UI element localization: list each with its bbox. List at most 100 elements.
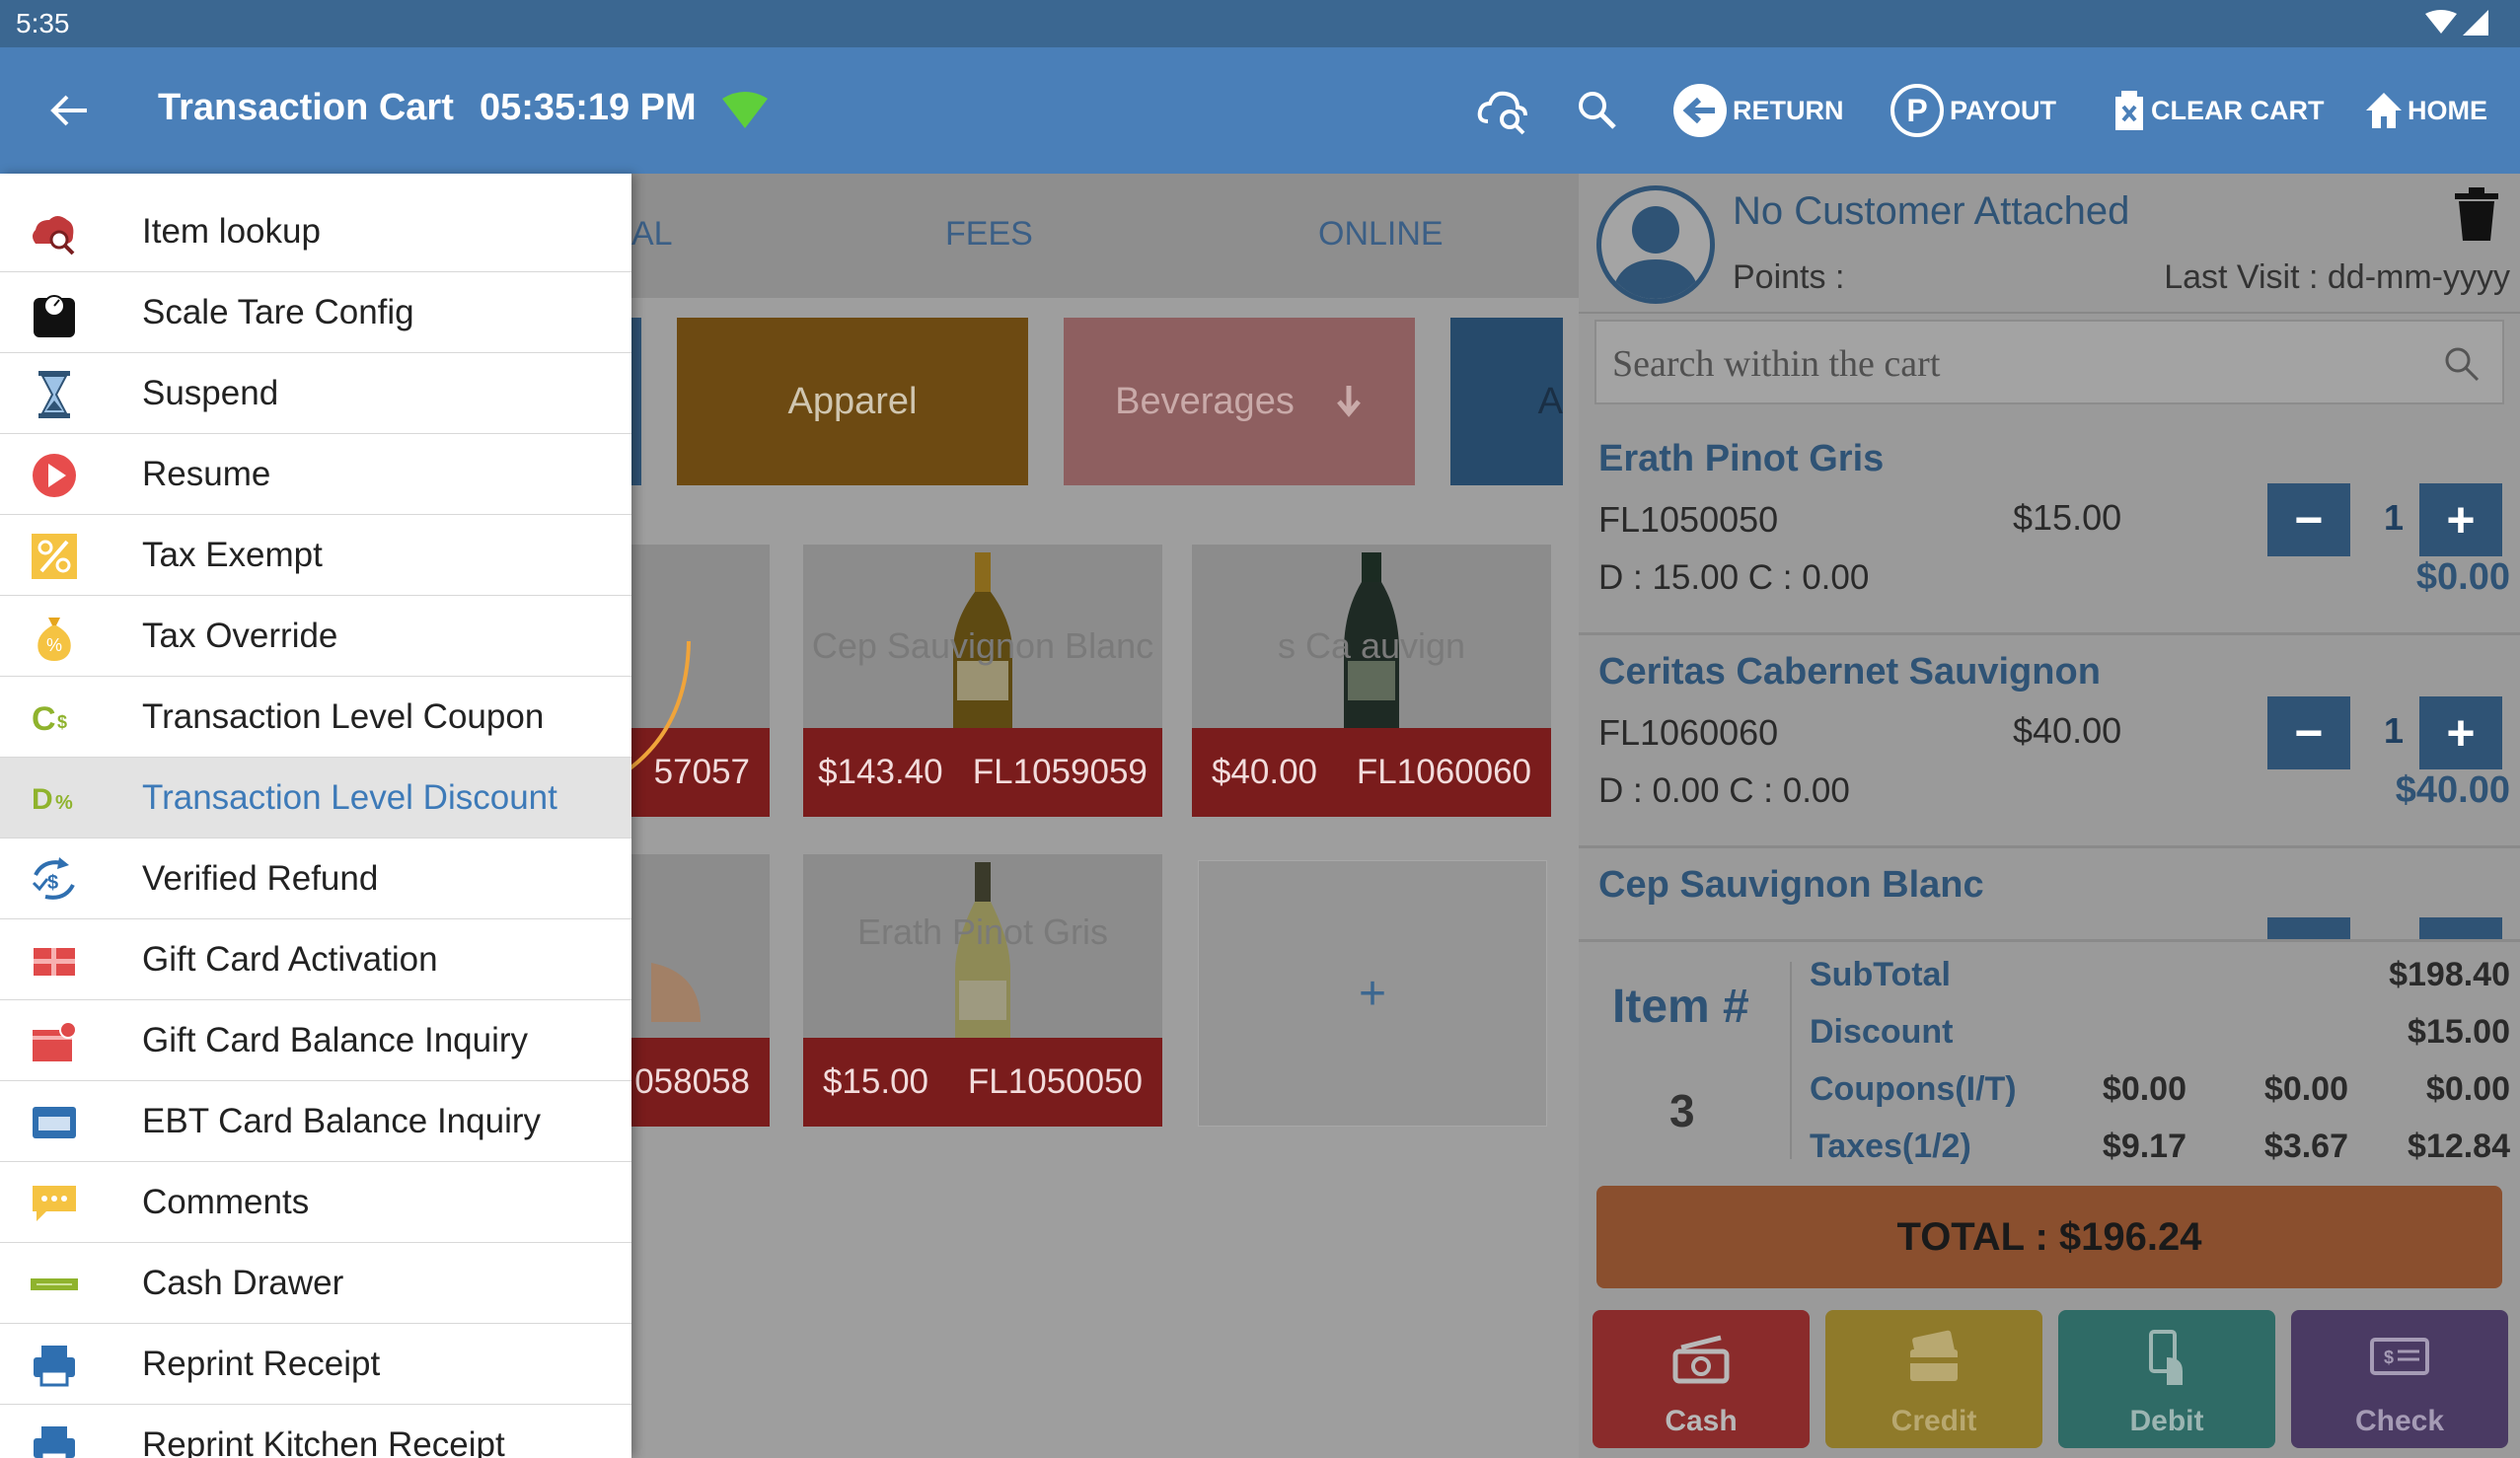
menu-item-reprint-receipt[interactable]: Reprint Receipt: [0, 1324, 631, 1405]
menu-item-suspend[interactable]: Suspend: [0, 353, 631, 434]
menu-label: Reprint Receipt: [142, 1344, 381, 1383]
add-product-tile[interactable]: +: [1198, 860, 1547, 1127]
return-button[interactable]: RETURN: [1671, 81, 1844, 140]
menu-item-ebt-balance[interactable]: EBT Card Balance Inquiry: [0, 1081, 631, 1162]
increase-qty-button[interactable]: +: [2419, 696, 2502, 769]
product-sku: FL1060060: [1356, 753, 1532, 791]
debit-button[interactable]: Debit: [2058, 1310, 2275, 1448]
debit-label: Debit: [2129, 1405, 2204, 1437]
menu-label: Tax Override: [142, 616, 338, 655]
category-tabs: AL FEES ONLINE: [631, 174, 1579, 298]
category-apparel[interactable]: Apparel: [677, 318, 1028, 485]
cart-item[interactable]: Cep Sauvignon Blanc: [1579, 850, 2520, 939]
svg-text:%: %: [55, 792, 73, 814]
gift-card-icon: [30, 937, 79, 984]
check-button[interactable]: $ Check: [2291, 1310, 2508, 1448]
search-icon: [1579, 92, 1616, 129]
menu-label: Suspend: [142, 373, 279, 412]
cloud-search-icon: [30, 209, 79, 256]
cart-item-price: $40.00: [2013, 710, 2122, 751]
cash-icon: [1672, 1335, 1730, 1384]
total-bar[interactable]: TOTAL : $196.24: [1596, 1186, 2502, 1288]
item-count-label: Item #: [1612, 981, 1749, 1033]
product-tile-3[interactable]: s Ca auvign $40.00 FL1060060: [1192, 545, 1551, 817]
status-bar: 5:35: [0, 0, 2520, 47]
payout-button[interactable]: P PAYOUT: [1889, 81, 2056, 140]
menu-item-verified-refund[interactable]: $ Verified Refund: [0, 838, 631, 919]
menu-label: Tax Exempt: [142, 535, 323, 574]
menu-item-lookup[interactable]: Item lookup: [0, 191, 631, 272]
svg-text:$: $: [57, 712, 67, 732]
menu-item-gift-balance[interactable]: Gift Card Balance Inquiry: [0, 1000, 631, 1081]
app-bar: Transaction Cart 05:35:19 PM RETURN P PA…: [0, 47, 2520, 174]
category-tile-a[interactable]: A: [1450, 318, 1563, 485]
money-bag-icon: %: [30, 614, 79, 661]
menu-item-transaction-coupon[interactable]: C $ Transaction Level Coupon: [0, 677, 631, 758]
menu-label: Reprint Kitchen Receipt: [142, 1424, 505, 1458]
wine-bottle-image: [955, 862, 1010, 1050]
menu-item-transaction-discount[interactable]: D% Transaction Level Discount: [0, 758, 631, 838]
menu-item-cash-drawer[interactable]: Cash Drawer: [0, 1243, 631, 1324]
search-icon[interactable]: [2443, 345, 2481, 383]
cart-search-input[interactable]: [1612, 339, 2402, 389]
credit-label: Credit: [1890, 1405, 1977, 1437]
product-tile-2[interactable]: Cep Sauvignon Blanc $143.40 FL1059059: [803, 545, 1162, 817]
taxes-row: Taxes(1/2) $9.17 $3.67 $12.84: [1810, 1128, 2510, 1183]
clear-cart-icon: [2115, 91, 2143, 130]
category-beverages[interactable]: Beverages: [1064, 318, 1415, 485]
play-icon: [30, 452, 79, 499]
decrease-qty-button[interactable]: −: [2267, 696, 2350, 769]
search-button[interactable]: [1575, 81, 1624, 140]
tab-all[interactable]: AL: [631, 215, 673, 254]
decrease-qty-button[interactable]: −: [2267, 483, 2350, 556]
menu-item-resume[interactable]: Resume: [0, 434, 631, 515]
menu-item-gift-card-activation[interactable]: Gift Card Activation: [0, 919, 631, 1000]
product-price: $143.40: [818, 753, 943, 791]
gift-balance-icon: [30, 1018, 79, 1065]
comment-icon: [30, 1180, 79, 1227]
menu-item-comments[interactable]: Comments: [0, 1162, 631, 1243]
coupons-item: $0.00: [2102, 1070, 2186, 1108]
item-count: 3: [1669, 1085, 1695, 1136]
cash-button[interactable]: Cash: [1593, 1310, 1810, 1448]
menu-label: Scale Tare Config: [142, 292, 414, 331]
menu-label: Gift Card Activation: [142, 939, 438, 979]
cart-item-total: $0.00: [2415, 556, 2510, 598]
product-image-partial: [651, 963, 701, 1022]
credit-card-icon: [1910, 1330, 1958, 1381]
tab-fees[interactable]: FEES: [945, 215, 1033, 254]
credit-button[interactable]: Credit: [1825, 1310, 2042, 1448]
home-button[interactable]: HOME: [2364, 81, 2487, 140]
customer-avatar[interactable]: [1596, 185, 1715, 304]
product-price: $15.00: [822, 1062, 929, 1101]
arrow-down-icon: [1336, 386, 1361, 417]
taxes-label: Taxes(1/2): [1810, 1128, 1971, 1165]
menu-item-reprint-kitchen-receipt[interactable]: Reprint Kitchen Receipt: [0, 1405, 631, 1458]
increase-qty-button[interactable]: [2419, 917, 2502, 939]
svg-text:%: %: [46, 635, 62, 655]
percent-icon: [30, 533, 79, 580]
payout-icon: P: [1890, 84, 1944, 137]
menu-item-tax-override[interactable]: % Tax Override: [0, 596, 631, 677]
menu-item-scale-tare[interactable]: Scale Tare Config: [0, 272, 631, 353]
product-tile-5[interactable]: Erath Pinot Gris $15.00 FL1050050: [803, 854, 1162, 1127]
clear-cart-button[interactable]: CLEAR CART: [2112, 81, 2325, 140]
cart-item-name: Erath Pinot Gris: [1598, 438, 1885, 479]
tab-online[interactable]: ONLINE: [1318, 215, 1444, 254]
cloud-search-button[interactable]: [1476, 81, 1535, 140]
trash-icon[interactable]: [2455, 187, 2498, 241]
increase-qty-button[interactable]: +: [2419, 483, 2502, 556]
cart-item[interactable]: Ceritas Cabernet Sauvignon FL1060060 $40…: [1579, 637, 2520, 848]
customer-name[interactable]: No Customer Attached: [1733, 189, 2129, 234]
refund-icon: $: [30, 856, 79, 904]
product-price-bar: $15.00 FL1050050: [803, 1038, 1162, 1127]
cart-item[interactable]: Erath Pinot Gris FL1050050 $15.00 D : 15…: [1579, 424, 2520, 635]
decrease-qty-button[interactable]: [2267, 917, 2350, 939]
back-arrow-icon[interactable]: [43, 85, 95, 136]
clear-cart-label: CLEAR CART: [2151, 95, 2325, 125]
connection-icon: [722, 92, 768, 128]
cart-item-name: Cep Sauvignon Blanc: [1598, 864, 1984, 906]
product-sku: FL1050050: [967, 1062, 1144, 1101]
home-icon: [2366, 93, 2402, 128]
menu-item-tax-exempt[interactable]: Tax Exempt: [0, 515, 631, 596]
